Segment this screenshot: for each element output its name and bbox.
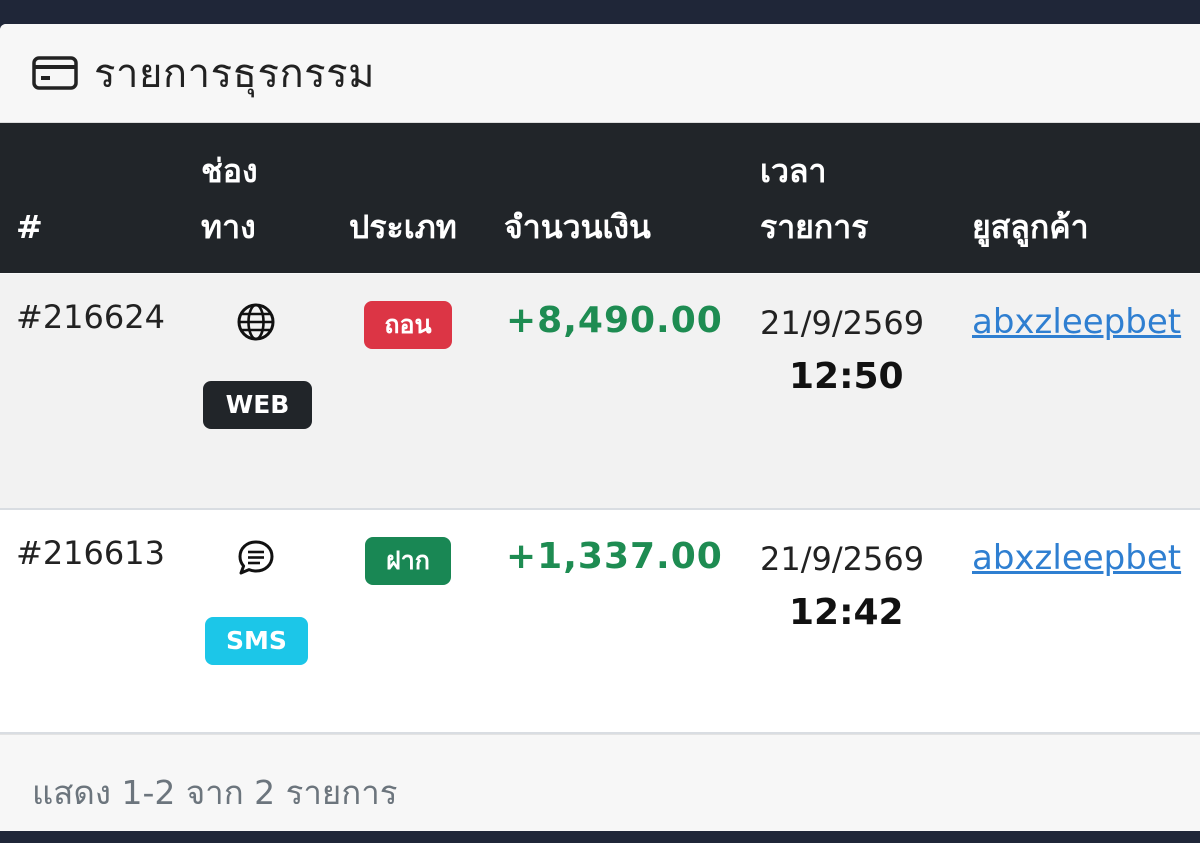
header-time-line2: รายการ [760,208,869,246]
card-title: รายการธุรกรรม [94,51,375,97]
header-customer: ยูสลูกค้า [972,208,1089,246]
card-footer: แสดง 1-2 จาก 2 รายการ [0,734,1200,831]
transaction-amount: +8,490.00 [506,300,723,341]
channel-badge-web: WEB [203,381,312,429]
transaction-time: 12:42 [789,592,904,633]
customer-user-link[interactable]: abxzleepbet [972,302,1181,342]
transaction-time: 12:50 [789,356,904,397]
transactions-card: รายการธุรกรรม # ช่อง ทาง ประเภท จำนวนเงิ… [0,24,1200,831]
transaction-date: 21/9/2569 [760,540,925,578]
globe-icon [236,302,276,342]
header-time-line1: เวลา [760,152,827,190]
card-header: รายการธุรกรรม [0,24,1200,123]
transaction-id: #216624 [16,298,165,336]
type-badge-withdraw: ถอน [364,301,452,349]
transaction-amount: +1,337.00 [506,536,723,577]
credit-card-icon [32,56,78,90]
channel-badge-sms: SMS [205,617,308,665]
transaction-date: 21/9/2569 [760,304,925,342]
transaction-id: #216613 [16,534,165,572]
pagination-summary: แสดง 1-2 จาก 2 รายการ [32,773,398,812]
header-amount: จำนวนเงิน [504,208,651,246]
table-header: # ช่อง ทาง ประเภท จำนวนเงิน เวลา รายการ … [0,123,1200,273]
header-channel-line2: ทาง [201,208,256,246]
chat-bubble-icon [236,538,276,578]
header-channel-line1: ช่อง [201,152,258,190]
header-index: # [16,208,43,246]
table-row: #216613 SMS ฝาก +1,337.00 21/9/2569 12:4… [0,510,1200,734]
type-badge-deposit: ฝาก [365,537,451,585]
customer-user-link[interactable]: abxzleepbet [972,538,1181,578]
header-type: ประเภท [349,208,457,246]
table-row: #216624 WEB ถอน +8,490.00 21/9/2569 12:5… [0,274,1200,510]
